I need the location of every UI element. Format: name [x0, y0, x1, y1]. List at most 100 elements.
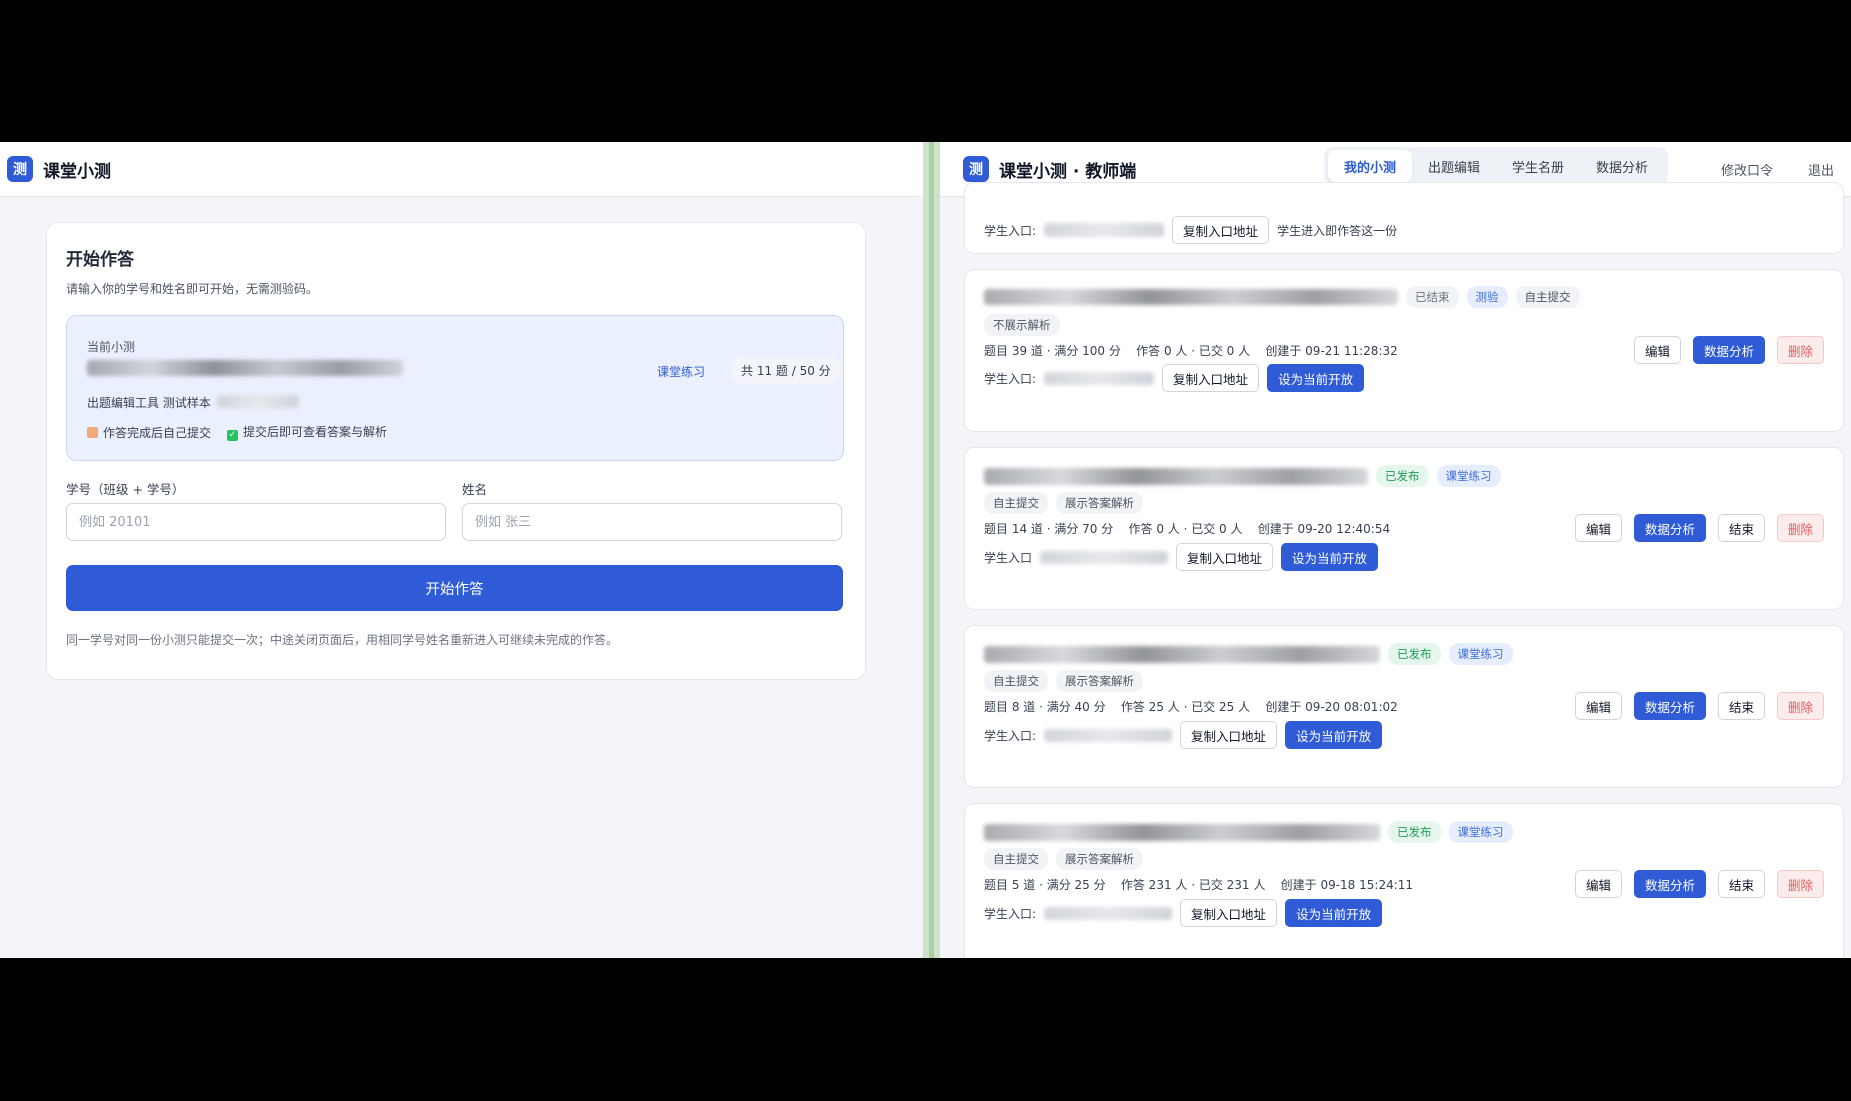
quiz-tags-row: 自主提交 展示答案解析	[984, 670, 1143, 692]
app-brand: 课堂小测 · 教师端	[999, 161, 1137, 182]
entry-row: 学生入口: 复制入口地址 设为当前开放	[984, 364, 1365, 392]
student-topbar: 测 课堂小测	[0, 142, 923, 197]
submit-mode-tag: 自主提交	[984, 848, 1048, 870]
submit-note: 同一学号对同一份小测只能提交一次；中途关闭页面后，用相同学号姓名重新进入可继续未…	[66, 633, 619, 647]
nav-tabs: 我的小测 出题编辑 学生名册 数据分析	[1324, 147, 1669, 185]
quiz-meta: 出题编辑工具 测试样本	[87, 394, 211, 411]
end-button[interactable]: 结束	[1717, 692, 1765, 720]
logout-link[interactable]: 退出	[1808, 160, 1834, 179]
copy-entry-button[interactable]: 复制入口地址	[1162, 364, 1260, 392]
copy-entry-button[interactable]: 复制入口地址	[1172, 216, 1270, 244]
divider-handle[interactable]	[929, 142, 934, 958]
submit-mode-badge: 自主提交	[1515, 286, 1580, 308]
quiz-stats: 题目 39 道 · 满分 100 分 作答 0 人 · 已交 0 人 创建于 0…	[984, 344, 1398, 358]
status-badge: 已发布	[1388, 643, 1441, 665]
student-id-input[interactable]	[66, 503, 446, 541]
end-button[interactable]: 结束	[1717, 514, 1765, 542]
quiz-title-redacted	[87, 360, 403, 376]
quiz-actions: 编辑 数据分析 结束 删除	[1574, 692, 1824, 720]
data-analysis-button[interactable]: 数据分析	[1633, 692, 1706, 720]
end-button[interactable]: 结束	[1717, 870, 1765, 898]
tab-student-roster[interactable]: 学生名册	[1496, 150, 1580, 182]
quiz-title-redacted	[984, 645, 1380, 663]
checkbox-icon: ✓	[227, 430, 239, 441]
set-open-button[interactable]: 设为当前开放	[1281, 543, 1379, 571]
entry-label: 学生入口:	[984, 906, 1037, 921]
app-logo-icon: 测	[963, 156, 989, 182]
student-id-label: 学号（班级 + 学号）	[66, 482, 185, 497]
edit-button[interactable]: 编辑	[1633, 336, 1681, 364]
type-badge: 课堂练习	[1436, 465, 1501, 487]
type-badge: 测验	[1466, 286, 1508, 308]
entry-url-redacted	[1044, 371, 1155, 385]
change-password-link[interactable]: 修改口令	[1721, 160, 1773, 179]
edit-button[interactable]: 编辑	[1574, 692, 1622, 720]
delete-button[interactable]: 删除	[1776, 870, 1824, 898]
tab-my-quizzes[interactable]: 我的小测	[1328, 150, 1413, 182]
entry-label: 学生入口:	[984, 728, 1037, 743]
type-badge: 课堂练习	[1448, 643, 1513, 665]
quiz-card: 已发布 课堂练习 自主提交 展示答案解析 题目 5 道 · 满分 25 分 作答…	[964, 803, 1844, 958]
app-brand: 课堂小测	[43, 161, 111, 182]
quiz-card-partial: 学生入口: 复制入口地址 学生进入即作答这一份	[964, 182, 1844, 254]
start-quiz-card: 开始作答 请输入你的学号和姓名即可开始，无需测验码。 当前小测 出题编辑工具 测…	[46, 222, 866, 680]
entry-url-redacted	[1044, 223, 1165, 237]
entry-url-redacted	[1040, 550, 1169, 564]
start-quiz-button[interactable]: 开始作答	[66, 565, 843, 611]
quiz-meta-text: 出题编辑工具 测试样本	[87, 396, 211, 410]
data-analysis-button[interactable]: 数据分析	[1633, 514, 1706, 542]
flag-self-submit: 作答完成后自己提交	[87, 424, 211, 441]
quiz-count-badge: 共 11 题 / 50 分	[731, 357, 841, 384]
delete-button[interactable]: 删除	[1776, 336, 1824, 364]
set-open-button[interactable]: 设为当前开放	[1285, 721, 1383, 749]
quiz-tags-row: 自主提交 展示答案解析	[984, 492, 1143, 514]
type-badge: 课堂练习	[1448, 821, 1513, 843]
set-open-button[interactable]: 设为当前开放	[1285, 899, 1383, 927]
quiz-flags: 作答完成后自己提交 ✓ 提交后即可查看答案与解析	[87, 423, 387, 441]
status-badge: 已发布	[1388, 821, 1441, 843]
delete-button[interactable]: 删除	[1776, 692, 1824, 720]
name-label: 姓名	[462, 482, 488, 497]
quiz-title-redacted	[984, 823, 1380, 841]
copy-entry-button[interactable]: 复制入口地址	[1180, 899, 1278, 927]
current-quiz-label: 当前小测	[87, 340, 136, 354]
delete-button[interactable]: 删除	[1776, 514, 1824, 542]
analysis-tag: 展示答案解析	[1056, 848, 1143, 870]
quiz-title-row: 已结束 测验 自主提交	[984, 286, 1580, 308]
quiz-card: 已发布 课堂练习 自主提交 展示答案解析 题目 14 道 · 满分 70 分 作…	[964, 447, 1844, 610]
data-analysis-button[interactable]: 数据分析	[1633, 870, 1706, 898]
flag-self-submit-text: 作答完成后自己提交	[103, 425, 212, 440]
entry-label: 学生入口:	[984, 371, 1037, 386]
quiz-title-row: 已发布 课堂练习	[984, 465, 1501, 487]
copy-entry-button[interactable]: 复制入口地址	[1176, 543, 1274, 571]
entry-row: 学生入口: 复制入口地址 设为当前开放	[984, 721, 1383, 749]
card-subtitle: 请输入你的学号和姓名即可开始，无需测验码。	[66, 282, 319, 296]
status-badge: 已结束	[1406, 286, 1459, 308]
edit-button[interactable]: 编辑	[1574, 870, 1622, 898]
entry-row: 学生入口: 复制入口地址 设为当前开放	[984, 899, 1383, 927]
quiz-title-redacted	[984, 289, 1398, 305]
name-input[interactable]	[462, 503, 842, 541]
entry-label: 学生入口:	[984, 223, 1037, 238]
tab-data-analysis[interactable]: 数据分析	[1580, 150, 1664, 182]
quiz-title-redacted	[984, 467, 1368, 485]
entry-url-redacted	[1044, 728, 1173, 742]
quiz-type-tag: 课堂练习	[657, 365, 706, 379]
copy-entry-button[interactable]: 复制入口地址	[1180, 721, 1278, 749]
set-open-button[interactable]: 设为当前开放	[1267, 364, 1365, 392]
tab-question-editor[interactable]: 出题编辑	[1412, 150, 1496, 182]
flag-view-answer: ✓ 提交后即可查看答案与解析	[227, 423, 387, 441]
quiz-meta-redacted	[217, 395, 299, 408]
quiz-card: 已结束 测验 自主提交 不展示解析 题目 39 道 · 满分 100 分 作答 …	[964, 269, 1844, 432]
card-title: 开始作答	[66, 250, 134, 270]
pane-divider[interactable]	[923, 142, 940, 958]
teacher-app: 测 课堂小测 · 教师端 我的小测 出题编辑 学生名册 数据分析 修改口令 退出…	[940, 142, 1851, 958]
flag-view-answer-text: 提交后即可查看答案与解析	[243, 425, 388, 439]
edit-button[interactable]: 编辑	[1574, 514, 1622, 542]
quiz-title-row: 已发布 课堂练习	[984, 643, 1513, 665]
entry-label: 学生入口	[984, 550, 1033, 565]
data-analysis-button[interactable]: 数据分析	[1692, 336, 1765, 364]
quiz-stats: 题目 8 道 · 满分 40 分 作答 25 人 · 已交 25 人 创建于 0…	[984, 700, 1398, 714]
entry-row: 学生入口 复制入口地址 设为当前开放	[984, 543, 1379, 571]
quiz-tags-row: 不展示解析	[984, 314, 1060, 336]
